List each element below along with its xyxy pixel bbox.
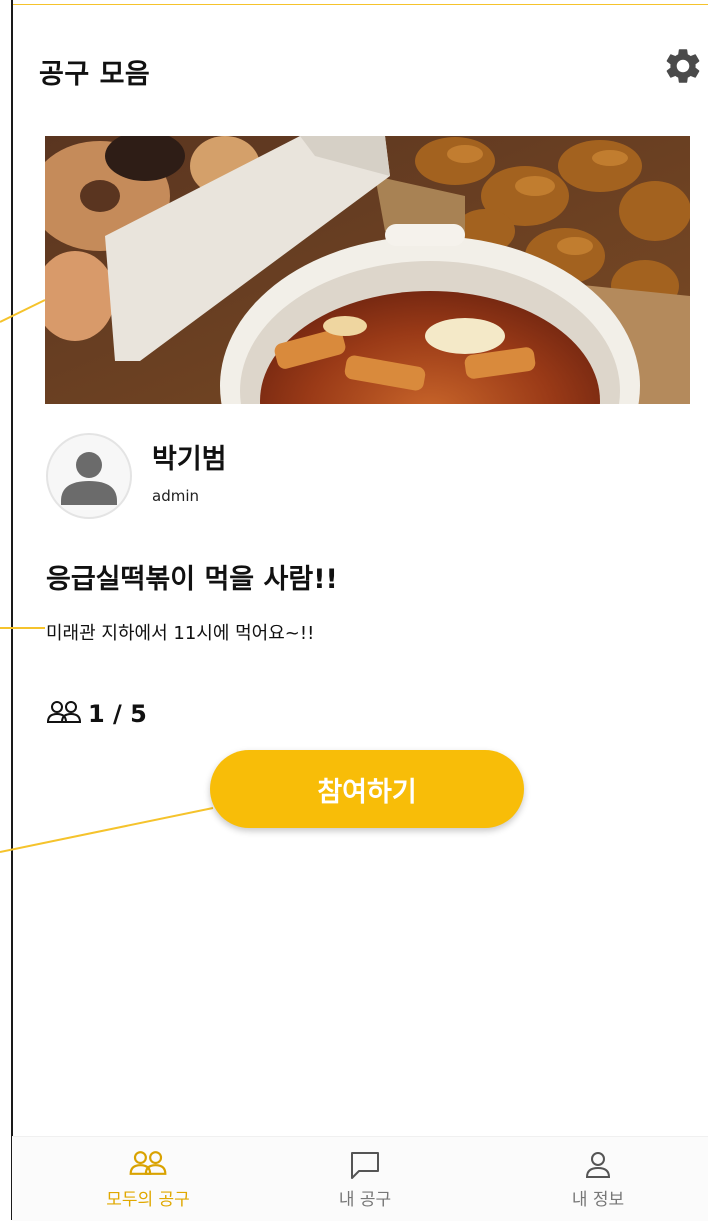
- participant-count-text: 1 / 5: [88, 700, 147, 728]
- nav-item-my-groupbuys[interactable]: 내 공구: [265, 1137, 465, 1221]
- nav-item-all-groupbuys[interactable]: 모두의 공구: [48, 1137, 248, 1221]
- chat-icon: [349, 1150, 381, 1184]
- participant-count: 1 / 5: [46, 700, 147, 728]
- page-title: 공구 모음: [39, 59, 151, 90]
- nav-label: 내 정보: [571, 1190, 625, 1210]
- gear-icon[interactable]: [662, 45, 704, 87]
- nav-item-my-info[interactable]: 내 정보: [498, 1137, 698, 1221]
- bottom-nav: 모두의 공구 내 공구 내 정보: [12, 1136, 708, 1221]
- author-name: 박기범: [152, 444, 227, 475]
- post-image: [45, 136, 690, 404]
- food-photo-illustration: [45, 136, 690, 404]
- post-title: 응급실떡볶이 먹을 사람!!: [46, 564, 338, 595]
- nav-label: 모두의 공구: [106, 1190, 190, 1210]
- author-role: admin: [152, 487, 199, 505]
- nav-label: 내 공구: [338, 1190, 392, 1210]
- post-description: 미래관 지하에서 11시에 먹어요~!!: [46, 623, 315, 644]
- group-icon: [128, 1150, 168, 1180]
- group-icon: [46, 700, 82, 728]
- join-button[interactable]: 참여하기: [210, 750, 524, 828]
- user-avatar-icon[interactable]: [46, 433, 132, 519]
- app-header: 공구 모음: [12, 5, 708, 125]
- person-icon: [584, 1150, 612, 1184]
